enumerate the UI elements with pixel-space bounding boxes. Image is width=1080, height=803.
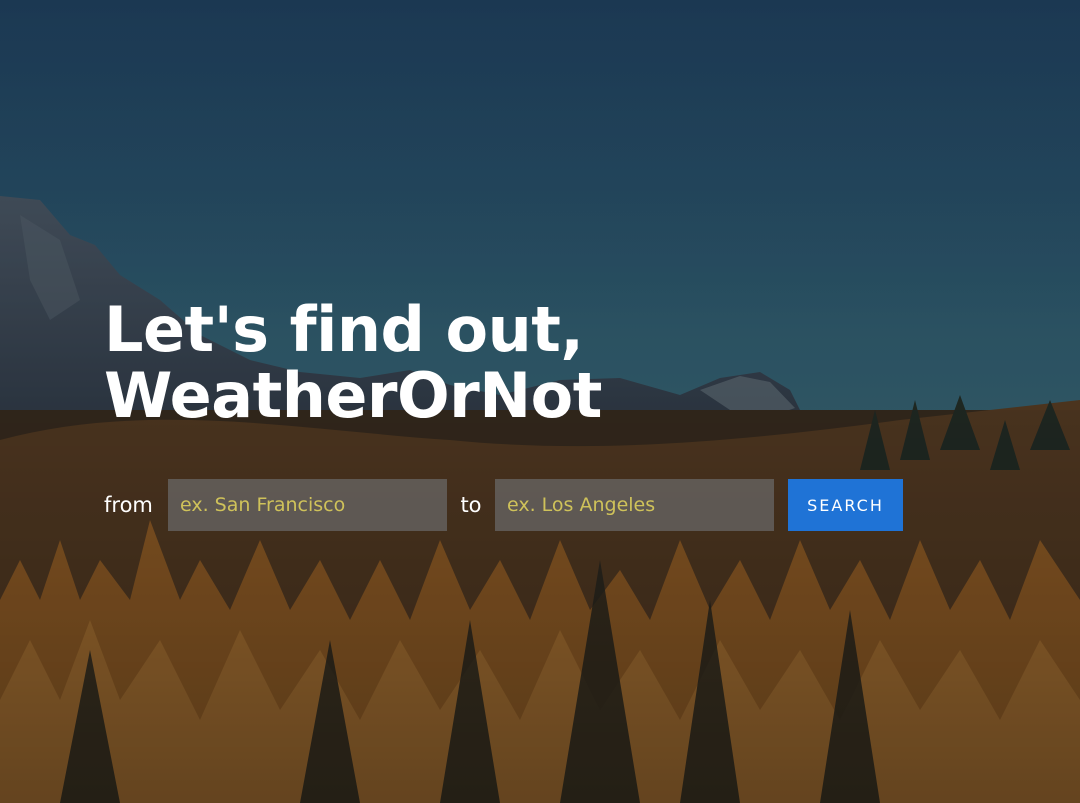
to-label: to xyxy=(460,493,482,517)
from-city-input[interactable] xyxy=(168,479,447,531)
search-button[interactable]: SEARCH xyxy=(788,479,903,531)
headline: Let's find out, WeatherOrNot xyxy=(104,297,602,429)
headline-line-2: WeatherOrNot xyxy=(104,359,602,432)
hero-section: Let's find out, WeatherOrNot from to SEA… xyxy=(0,0,1080,803)
headline-line-1: Let's find out, xyxy=(104,293,584,366)
route-search-form: from to SEARCH xyxy=(104,479,903,531)
to-city-input[interactable] xyxy=(495,479,774,531)
from-label: from xyxy=(104,493,153,517)
